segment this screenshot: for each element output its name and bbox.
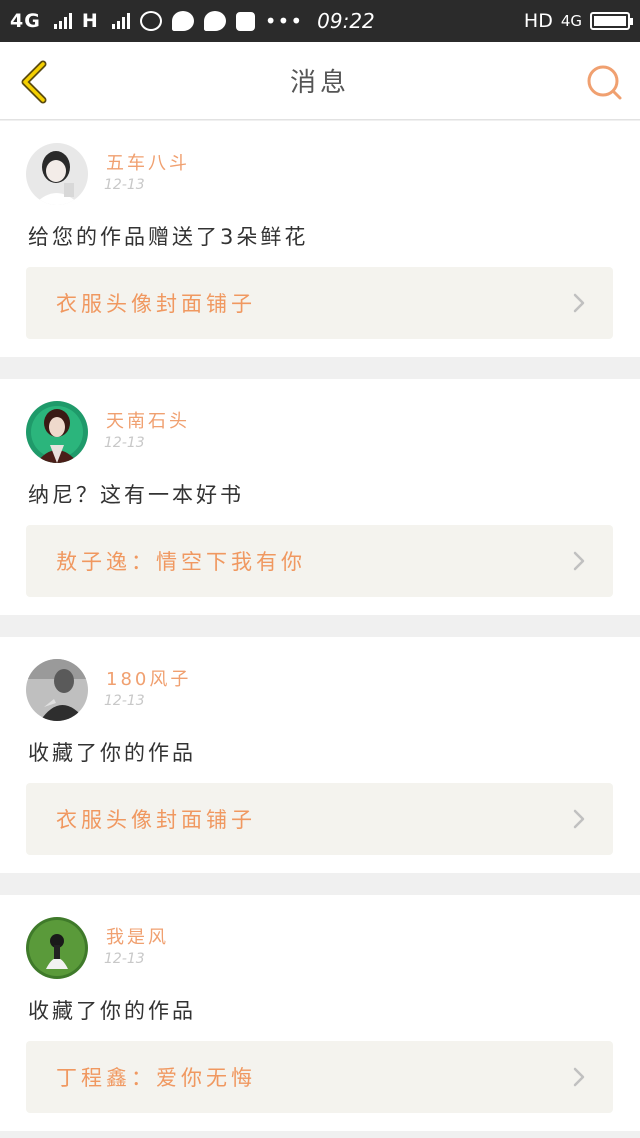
- notification-app-icon: [139, 11, 162, 31]
- avatar[interactable]: [26, 143, 88, 205]
- signal-bars-icon: [111, 13, 130, 29]
- shopping-bag-icon: [235, 11, 255, 31]
- message-text: 收藏了你的作品: [28, 741, 196, 765]
- network-h-label: H: [81, 10, 99, 32]
- work-title: 衣服头像封面铺子: [56, 292, 256, 316]
- username[interactable]: 180风子: [106, 665, 191, 691]
- work-link[interactable]: 衣服头像封面铺子: [26, 267, 613, 339]
- message-icon: [203, 11, 226, 31]
- back-button[interactable]: [16, 60, 52, 104]
- username[interactable]: 我是风: [106, 923, 169, 949]
- network-4g-label-right: 4G: [560, 12, 582, 30]
- work-title: 衣服头像封面铺子: [56, 808, 256, 832]
- message-date: 12-13: [104, 951, 145, 967]
- message-card: 180风子 12-13 收藏了你的作品 衣服头像封面铺子: [0, 637, 640, 873]
- battery-icon: [590, 12, 633, 30]
- work-link[interactable]: 敖子逸：情空下我有你: [26, 525, 613, 597]
- app-header: 消息: [0, 42, 640, 120]
- work-link[interactable]: 衣服头像封面铺子: [26, 783, 613, 855]
- message-text: 给您的作品赠送了3朵鲜花: [28, 225, 309, 249]
- username[interactable]: 五车八斗: [106, 149, 190, 175]
- clock-time: 09:22: [317, 9, 375, 33]
- search-button[interactable]: [584, 62, 624, 102]
- work-title: 丁程鑫：爱你无悔: [56, 1066, 256, 1090]
- avatar[interactable]: [26, 659, 88, 721]
- work-link[interactable]: 丁程鑫：爱你无悔: [26, 1041, 613, 1113]
- signal-bars-icon: [53, 13, 72, 29]
- more-notifications-icon: •••: [264, 9, 304, 33]
- search-icon: [587, 65, 622, 100]
- message-card: 我是风 12-13 收藏了你的作品 丁程鑫：爱你无悔: [0, 895, 640, 1131]
- message-date: 12-13: [104, 435, 145, 451]
- avatar[interactable]: [26, 917, 88, 979]
- wechat-icon: [171, 11, 194, 31]
- message-text: 纳尼？这有一本好书: [28, 483, 244, 507]
- message-date: 12-13: [104, 693, 145, 709]
- chevron-right-icon: [573, 551, 585, 571]
- message-date: 12-13: [104, 177, 145, 193]
- page-title: 消息: [289, 68, 350, 98]
- chevron-right-icon: [573, 809, 585, 829]
- username[interactable]: 天南石头: [106, 407, 190, 433]
- chevron-left-icon: [21, 60, 47, 104]
- message-text: 收藏了你的作品: [28, 999, 196, 1023]
- chevron-right-icon: [573, 1067, 585, 1087]
- chevron-right-icon: [573, 293, 585, 313]
- avatar[interactable]: [26, 401, 88, 463]
- status-bar: 4G H ••• 09:22 HD 4G: [0, 0, 640, 42]
- message-card: 五车八斗 12-13 给您的作品赠送了3朵鲜花 衣服头像封面铺子: [0, 121, 640, 357]
- network-4g-label: 4G: [10, 10, 41, 32]
- message-list: 五车八斗 12-13 给您的作品赠送了3朵鲜花 衣服头像封面铺子 天南石头 12…: [0, 121, 640, 1138]
- work-title: 敖子逸：情空下我有你: [56, 550, 306, 574]
- message-card: 天南石头 12-13 纳尼？这有一本好书 敖子逸：情空下我有你: [0, 379, 640, 615]
- hd-label: HD: [523, 10, 553, 32]
